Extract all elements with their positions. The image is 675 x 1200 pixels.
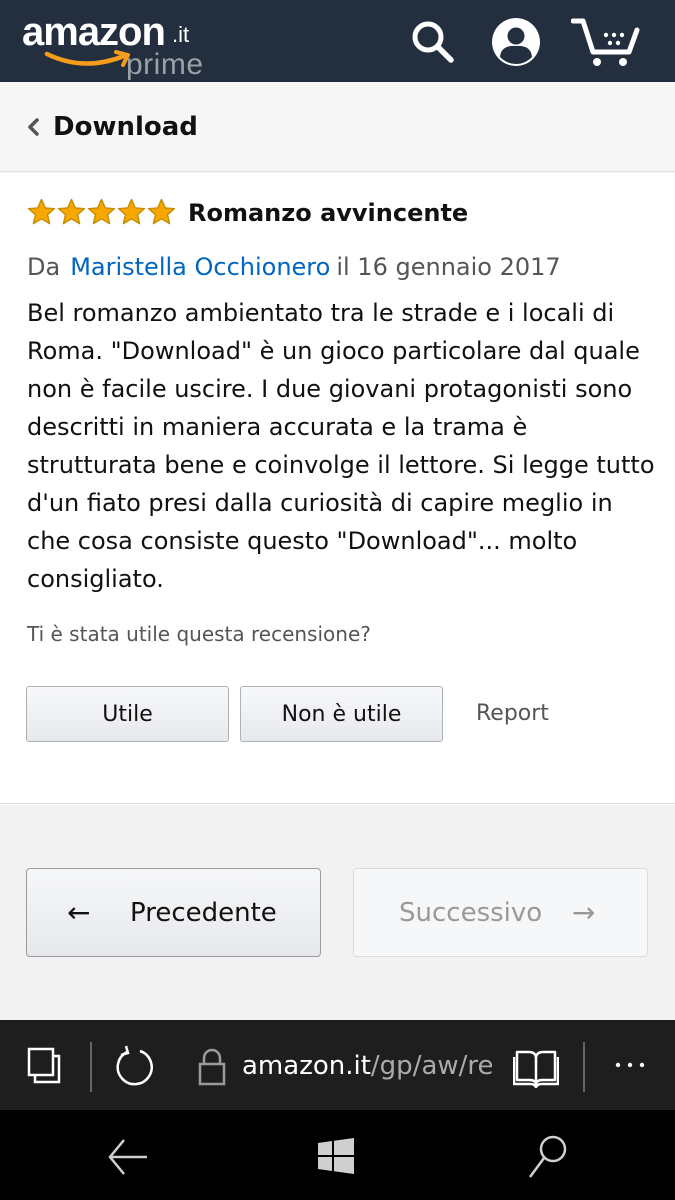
address-bar[interactable]: amazon.it/gp/aw/rev <box>242 1049 492 1083</box>
next-button[interactable]: Successivo → <box>353 868 648 957</box>
star-icon <box>87 198 116 225</box>
reading-view-icon <box>513 1050 559 1088</box>
amazon-prime-logo[interactable]: amazon .it prime <box>22 10 222 82</box>
tabs-icon <box>27 1047 61 1084</box>
browser-toolbar: amazon.it/gp/aw/rev <box>0 1020 675 1110</box>
report-link[interactable]: Report <box>476 700 549 728</box>
next-label: Successivo <box>399 897 543 928</box>
helpful-question: Ti è stata utile questa recensione? <box>27 622 371 646</box>
chevron-left-icon <box>28 118 39 136</box>
account-icon <box>492 18 540 66</box>
byline-prefix: Da <box>27 253 61 281</box>
star-icon <box>147 198 176 225</box>
url-domain: amazon.it <box>242 1051 371 1081</box>
amazon-header: amazon .it prime <box>0 0 675 82</box>
helpful-button[interactable]: Utile <box>26 686 229 742</box>
system-back-button[interactable] <box>104 1135 152 1179</box>
not-helpful-button[interactable]: Non è utile <box>240 686 443 742</box>
tabs-button[interactable] <box>25 1046 65 1086</box>
secure-lock[interactable] <box>196 1046 228 1088</box>
system-search-button[interactable] <box>524 1132 572 1182</box>
author-link[interactable]: Maristella Occhionero <box>70 253 330 281</box>
arrow-left-icon: ← <box>67 896 91 929</box>
refresh-icon <box>116 1045 153 1086</box>
product-subheader[interactable]: Download <box>0 82 675 172</box>
star-icon <box>57 198 86 225</box>
review-byline: Da Maristella Occhionero il 16 gennaio 201… <box>27 251 561 283</box>
review-title: Romanzo avvincente <box>188 199 469 227</box>
star-icon <box>27 198 56 225</box>
cart-icon <box>571 18 640 66</box>
previous-button[interactable]: ← Precedente <box>26 868 321 957</box>
refresh-button[interactable] <box>112 1044 158 1090</box>
product-title[interactable]: Download <box>53 110 198 144</box>
system-navigation-bar <box>0 1110 675 1200</box>
logo-tld: .it <box>172 22 190 47</box>
more-button[interactable] <box>606 1050 654 1080</box>
more-icon <box>615 1062 645 1068</box>
windows-start-icon <box>318 1138 354 1174</box>
star-icon <box>117 198 146 225</box>
search-icon <box>528 1135 567 1178</box>
search-button[interactable] <box>405 14 461 70</box>
previous-label: Precedente <box>130 897 277 928</box>
arrow-right-icon: → <box>572 896 596 929</box>
account-button[interactable] <box>488 14 544 70</box>
review-date: il 16 gennaio 2017 <box>336 253 561 281</box>
amazon-smile-icon <box>44 50 130 67</box>
pagination: ← Precedente Successivo → <box>0 805 675 1020</box>
back-arrow-icon <box>108 1139 147 1175</box>
star-rating <box>27 198 176 226</box>
system-start-button[interactable] <box>316 1136 356 1178</box>
logo-prime: prime <box>126 48 204 81</box>
toolbar-divider <box>90 1042 92 1092</box>
search-icon <box>412 21 454 63</box>
toolbar-divider <box>583 1042 585 1092</box>
lock-icon <box>198 1048 226 1086</box>
url-path: /gp/aw/rev <box>370 1051 492 1081</box>
review-card: Romanzo avvincente Da Maristella Occhione… <box>0 173 675 804</box>
review-body: Bel romanzo ambientato tra le strade e i… <box>27 299 655 593</box>
cart-button[interactable] <box>570 14 642 70</box>
reading-view-button[interactable] <box>512 1045 560 1089</box>
